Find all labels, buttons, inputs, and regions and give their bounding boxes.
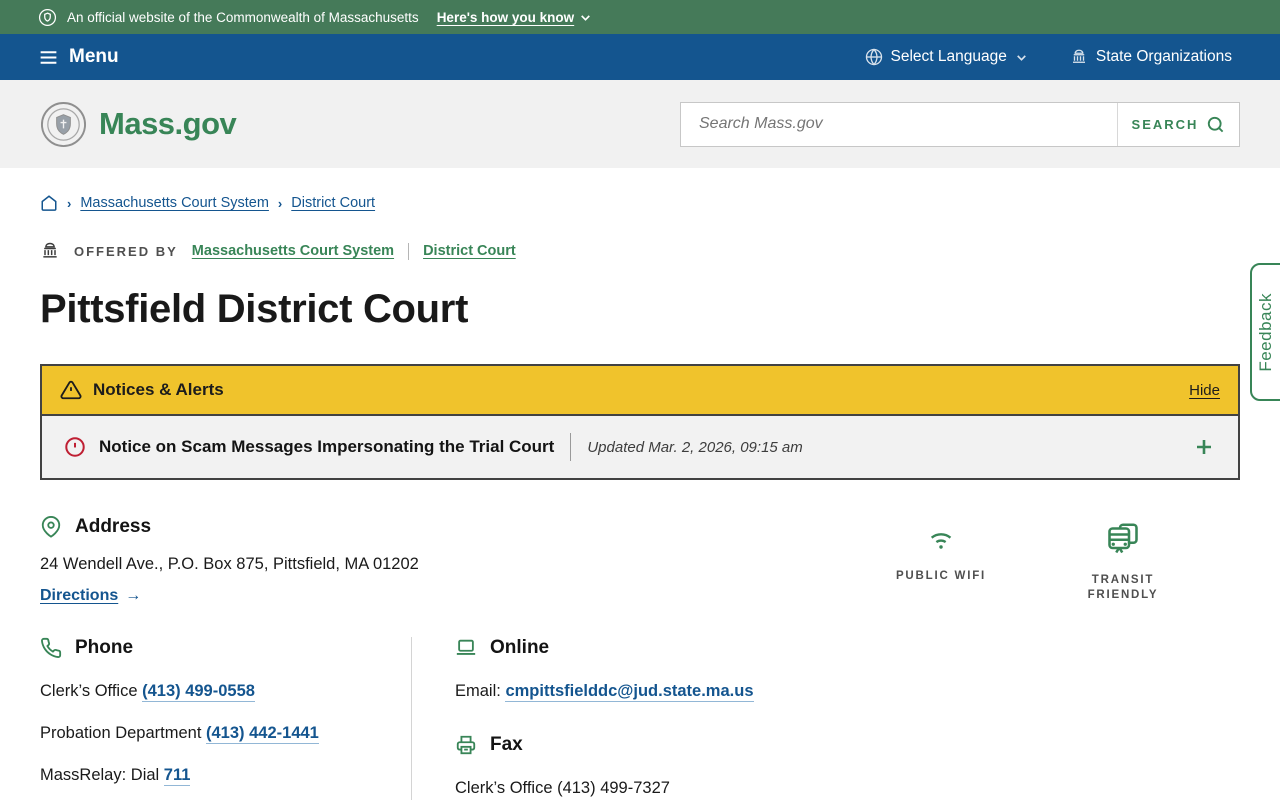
search-bar: SEARCH [680, 102, 1240, 147]
menu-button[interactable]: Menu [38, 46, 119, 68]
alerts-title: Notices & Alerts [93, 380, 224, 400]
breadcrumb-separator: › [67, 196, 71, 211]
arrow-right-icon: → [125, 587, 141, 605]
heres-how-you-know[interactable]: Here's how you know [437, 10, 593, 25]
main-nav: Menu Select Language State Organizations [0, 34, 1280, 80]
breadcrumb-separator: › [278, 196, 282, 211]
phone-row: Probation Department (413) 442-1441 [40, 724, 411, 743]
divider [570, 433, 571, 461]
state-organizations[interactable]: State Organizations [1070, 48, 1232, 66]
contact-section: Phone Clerk’s Office (413) 499-0558 Prob… [40, 637, 1240, 800]
breadcrumb-link-district-court[interactable]: District Court [291, 195, 375, 211]
home-icon[interactable] [40, 194, 58, 212]
select-language[interactable]: Select Language [865, 48, 1028, 66]
site-name: Mass.gov [99, 106, 236, 142]
warning-triangle-icon [60, 379, 82, 401]
address-value: 24 Wendell Ave., P.O. Box 875, Pittsfiel… [40, 555, 419, 574]
hide-link[interactable]: Hide [1189, 382, 1220, 399]
alert-circle-icon [64, 436, 86, 458]
offered-by-link-court-system[interactable]: Massachusetts Court System [192, 243, 394, 259]
plus-icon [1192, 435, 1216, 459]
offered-by: OFFERED BY Massachusetts Court System Di… [40, 241, 1240, 261]
offered-by-link-district-court[interactable]: District Court [423, 243, 516, 259]
phone-row: Clerk’s Office (413) 499-0558 [40, 682, 411, 701]
phone-icon [40, 637, 62, 659]
phone-column: Phone Clerk’s Office (413) 499-0558 Prob… [40, 637, 412, 800]
address-heading: Address [75, 516, 151, 538]
feedback-tab[interactable]: Feedback [1250, 263, 1280, 401]
feedback-label: Feedback [1256, 293, 1276, 372]
breadcrumb: › Massachusetts Court System › District … [40, 194, 1240, 212]
phone-heading: Phone [75, 637, 133, 659]
map-pin-icon [40, 516, 62, 538]
site-header: Mass.gov SEARCH [0, 80, 1280, 168]
fax-icon [455, 734, 477, 756]
phone-link-massrelay[interactable]: 711 [164, 766, 191, 786]
globe-icon [865, 48, 883, 66]
wifi-icon [921, 521, 961, 553]
alerts-header: Notices & Alerts Hide [42, 366, 1238, 414]
page-title: Pittsfield District Court [40, 287, 1240, 332]
email-link[interactable]: cmpittsfielddc@jud.state.ma.us [505, 682, 753, 702]
notices-alerts-block: Notices & Alerts Hide Notice on Scam Mes… [40, 364, 1240, 480]
email-row: Email: cmpittsfielddc@jud.state.ma.us [455, 682, 754, 701]
search-input[interactable] [681, 103, 1117, 146]
chevron-down-icon [1015, 51, 1028, 64]
alert-notice-row: Notice on Scam Messages Impersonating th… [42, 414, 1238, 478]
online-column: Online Email: cmpittsfielddc@jud.state.m… [412, 637, 754, 800]
divider [408, 243, 409, 260]
official-banner: An official website of the Commonwealth … [0, 0, 1280, 34]
chevron-down-icon [579, 11, 592, 24]
statehouse-icon [1070, 48, 1088, 66]
massgov-seal-icon [40, 101, 87, 148]
expand-notice-button[interactable] [1192, 435, 1216, 459]
directions-link[interactable]: Directions → [40, 587, 141, 605]
official-text: An official website of the Commonwealth … [67, 10, 419, 25]
state-seal-icon [38, 8, 57, 27]
online-heading: Online [490, 637, 549, 659]
fax-heading: Fax [490, 734, 523, 756]
amenities: PUBLIC WIFI TRANSIT FRIENDLY [886, 516, 1240, 605]
address-section: Address 24 Wendell Ave., P.O. Box 875, P… [40, 516, 1240, 605]
notice-updated: Updated Mar. 2, 2026, 09:15 am [587, 439, 802, 456]
amenity-transit-friendly: TRANSIT FRIENDLY [1068, 521, 1178, 605]
notice-title[interactable]: Notice on Scam Messages Impersonating th… [99, 437, 554, 457]
phone-link-probation[interactable]: (413) 442-1441 [206, 724, 319, 744]
search-icon [1206, 115, 1225, 134]
fax-row: Clerk’s Office (413) 499-7327 [455, 779, 754, 798]
phone-row: MassRelay: Dial 711 [40, 766, 411, 785]
hamburger-icon [38, 47, 59, 68]
amenity-public-wifi: PUBLIC WIFI [886, 521, 996, 605]
statehouse-icon [40, 241, 60, 261]
phone-link-clerks-office[interactable]: (413) 499-0558 [142, 682, 255, 702]
offered-by-label: OFFERED BY [74, 244, 178, 259]
transit-icon [1105, 521, 1141, 557]
search-button[interactable]: SEARCH [1117, 103, 1239, 146]
massgov-logo[interactable]: Mass.gov [40, 101, 236, 148]
laptop-icon [455, 637, 477, 659]
breadcrumb-link-court-system[interactable]: Massachusetts Court System [80, 195, 269, 211]
